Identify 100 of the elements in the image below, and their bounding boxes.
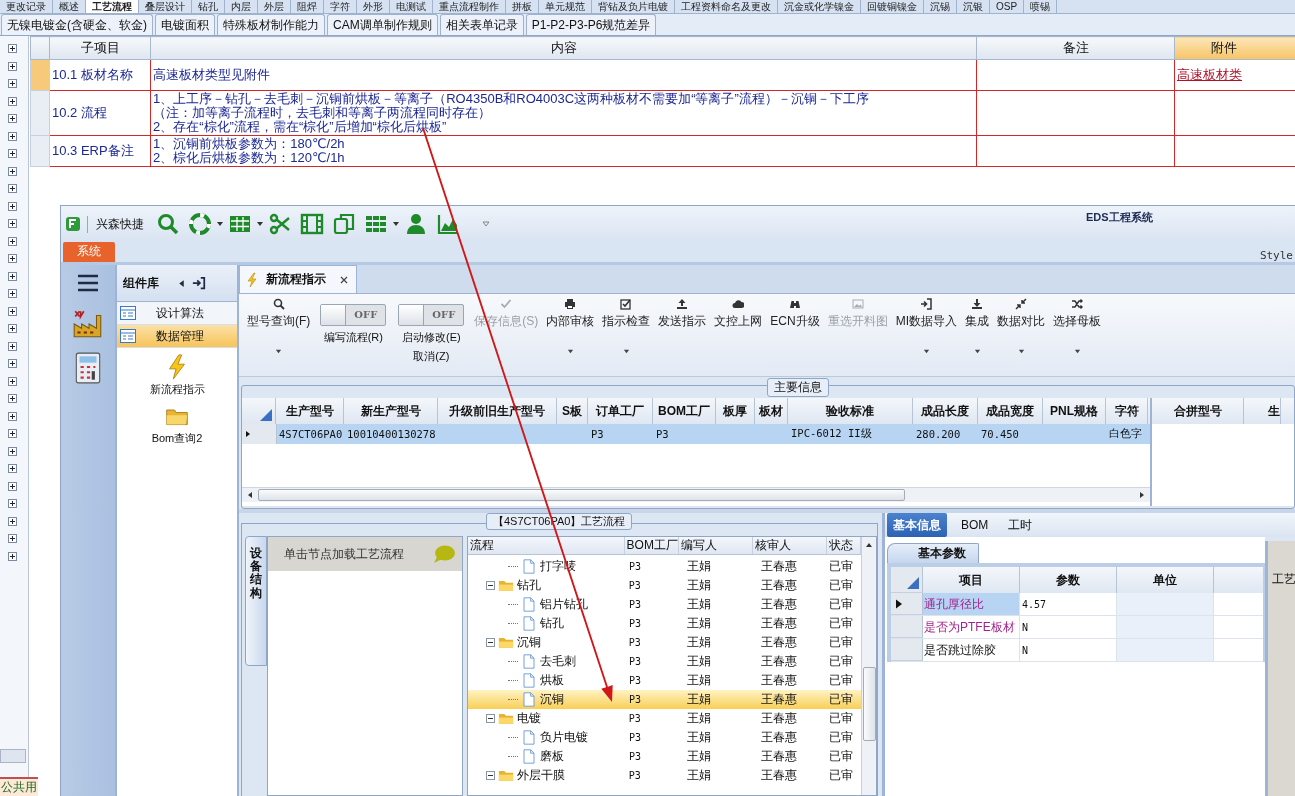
- collapse-icon[interactable]: [486, 638, 495, 647]
- expand-icon[interactable]: [8, 446, 17, 456]
- tree-row[interactable]: 钻孔 P3 王娟 王春惠 已审: [468, 576, 861, 595]
- tree-row[interactable]: 负片电镀 P3 王娟 王春惠 已审: [468, 728, 861, 747]
- expand-icon[interactable]: [8, 149, 17, 158]
- table-row[interactable]: 是否跳过除胶 N: [891, 639, 1263, 662]
- tab[interactable]: 工程资料命名及更改: [675, 0, 778, 13]
- copy-icon[interactable]: [332, 212, 356, 236]
- tab[interactable]: 基本参数: [887, 543, 979, 563]
- expand-icon[interactable]: [8, 44, 17, 53]
- user-icon[interactable]: [404, 212, 428, 236]
- caret-icon[interactable]: [216, 220, 224, 228]
- expand-icon[interactable]: [8, 341, 17, 351]
- table-row[interactable]: 4S7CT06PA0 10010400130278 P3 P3 IPC-6012 II级 280.200 70.450 白色字: [242, 424, 1150, 444]
- tree-row[interactable]: 烘板 P3 王娟 王春惠 已审: [468, 671, 861, 690]
- tab[interactable]: 基本信息: [887, 513, 947, 537]
- search-icon[interactable]: [156, 212, 180, 236]
- tab[interactable]: 阻焊: [291, 0, 324, 13]
- expand-icon[interactable]: [8, 271, 17, 281]
- footer-tab[interactable]: 公共用: [0, 777, 38, 796]
- tab[interactable]: P1-P2-P3-P6规范差异: [525, 14, 657, 35]
- expand-icon[interactable]: [8, 254, 17, 263]
- scissors-icon[interactable]: [268, 212, 292, 236]
- expand-icon[interactable]: [8, 516, 17, 526]
- tree-row[interactable]: 电镀 P3 王娟 王春惠 已审: [468, 709, 861, 728]
- toolbar-button[interactable]: 内部审核: [542, 294, 599, 368]
- expand-icon[interactable]: [8, 394, 17, 403]
- tab[interactable]: 外形: [357, 0, 390, 13]
- expand-icon[interactable]: [8, 324, 17, 333]
- expand-icon[interactable]: [8, 289, 17, 298]
- tab[interactable]: 工时: [1002, 513, 1039, 537]
- toolbar-button[interactable]: 数据对比: [993, 294, 1049, 368]
- tree-row[interactable]: 钻孔 P3 王娟 王春惠 已审: [468, 614, 861, 633]
- tab[interactable]: 字符: [324, 0, 357, 13]
- toolbar-button[interactable]: 选择母板: [1049, 294, 1105, 368]
- expand-icon[interactable]: [8, 96, 17, 106]
- toolbar-button[interactable]: 型号查询(F): [243, 294, 315, 368]
- tab[interactable]: CAM调单制作规则: [327, 14, 438, 35]
- expand-icon[interactable]: [8, 201, 17, 211]
- collapse-icon[interactable]: [486, 581, 495, 590]
- table-row[interactable]: 通孔厚径比 4.57: [891, 593, 1263, 616]
- launcher-item[interactable]: 新流程指示: [117, 354, 237, 397]
- toggle-switch[interactable]: OFF 编写流程(R): [314, 294, 393, 345]
- launcher-item[interactable]: Bom查询2: [117, 403, 237, 446]
- tab[interactable]: 相关表单记录: [439, 14, 524, 35]
- film-icon[interactable]: [300, 212, 324, 236]
- tab[interactable]: 沉锡: [924, 0, 957, 13]
- tab[interactable]: 钻孔: [192, 0, 225, 13]
- lifebuoy-icon[interactable]: [188, 212, 212, 236]
- toggle-switch[interactable]: OFF 启动修改(E) 取消(Z): [392, 294, 471, 364]
- close-icon[interactable]: [340, 275, 348, 284]
- tab[interactable]: 回镀铜镍金: [861, 0, 924, 13]
- expand-icon[interactable]: [8, 236, 17, 246]
- tree-row[interactable]: 沉铜 P3 王娟 王春惠 已审: [468, 633, 861, 652]
- tab[interactable]: 单元规范: [539, 0, 592, 13]
- expand-icon[interactable]: [8, 306, 17, 316]
- tab[interactable]: OSP: [990, 0, 1025, 13]
- toolbar-button[interactable]: ECN升级: [766, 294, 824, 368]
- expand-icon[interactable]: [8, 534, 17, 543]
- tree-row[interactable]: 外层干膜 P3 王娟 王春惠 已审: [468, 766, 861, 785]
- expand-icon[interactable]: [8, 411, 17, 421]
- toolbar-button[interactable]: 指示检查: [598, 294, 655, 368]
- tab[interactable]: BOM: [955, 513, 995, 537]
- tab[interactable]: 沉银: [957, 0, 990, 13]
- toolbar-button[interactable]: MI数据导入: [891, 294, 961, 368]
- collapse-icon[interactable]: [486, 771, 495, 780]
- vertical-tab[interactable]: 设备结构: [245, 536, 267, 666]
- horizontal-scrollbar[interactable]: [242, 487, 1150, 502]
- tab[interactable]: 叠层设计: [139, 0, 192, 13]
- expand-icon[interactable]: [8, 464, 17, 473]
- expand-icon[interactable]: [8, 61, 17, 71]
- tree-row[interactable]: 沉铜 P3 王娟 王春惠 已审: [468, 690, 861, 709]
- tab[interactable]: 沉金或化学镍金: [778, 0, 861, 13]
- tab[interactable]: 外层: [258, 0, 291, 13]
- library-item[interactable]: 数据管理: [117, 325, 237, 348]
- sign-in-icon[interactable]: [192, 276, 206, 290]
- caret-icon[interactable]: [256, 220, 264, 228]
- tab[interactable]: 无镍电镀金(含硬金、软金): [1, 14, 153, 35]
- vertical-scrollbar[interactable]: [861, 537, 876, 795]
- collapse-icon[interactable]: [486, 714, 495, 723]
- tab[interactable]: 特殊板材制作能力: [217, 14, 325, 35]
- expand-icon[interactable]: [8, 499, 17, 508]
- tab[interactable]: 电测试: [390, 0, 433, 13]
- expand-icon[interactable]: [8, 219, 17, 228]
- scroll-left-icon[interactable]: [246, 491, 254, 499]
- scroll-right-icon[interactable]: [1138, 491, 1146, 499]
- expand-icon[interactable]: [8, 131, 17, 141]
- library-item[interactable]: 设计算法: [117, 302, 237, 325]
- tree-row[interactable]: 磨板 P3 王娟 王春惠 已审: [468, 747, 861, 766]
- caret-icon[interactable]: [392, 220, 400, 228]
- expand-icon[interactable]: [8, 79, 17, 88]
- scroll-up-icon[interactable]: [865, 541, 873, 549]
- expand-icon[interactable]: [8, 359, 17, 368]
- expand-icon[interactable]: [8, 166, 17, 176]
- collapse-left-icon[interactable]: [177, 278, 186, 288]
- expand-icon[interactable]: [8, 429, 17, 438]
- scrollbar[interactable]: [0, 749, 26, 763]
- tab[interactable]: 电镀面积: [155, 14, 215, 35]
- toolbar-button[interactable]: 集成: [961, 294, 993, 368]
- expand-icon[interactable]: [8, 481, 17, 491]
